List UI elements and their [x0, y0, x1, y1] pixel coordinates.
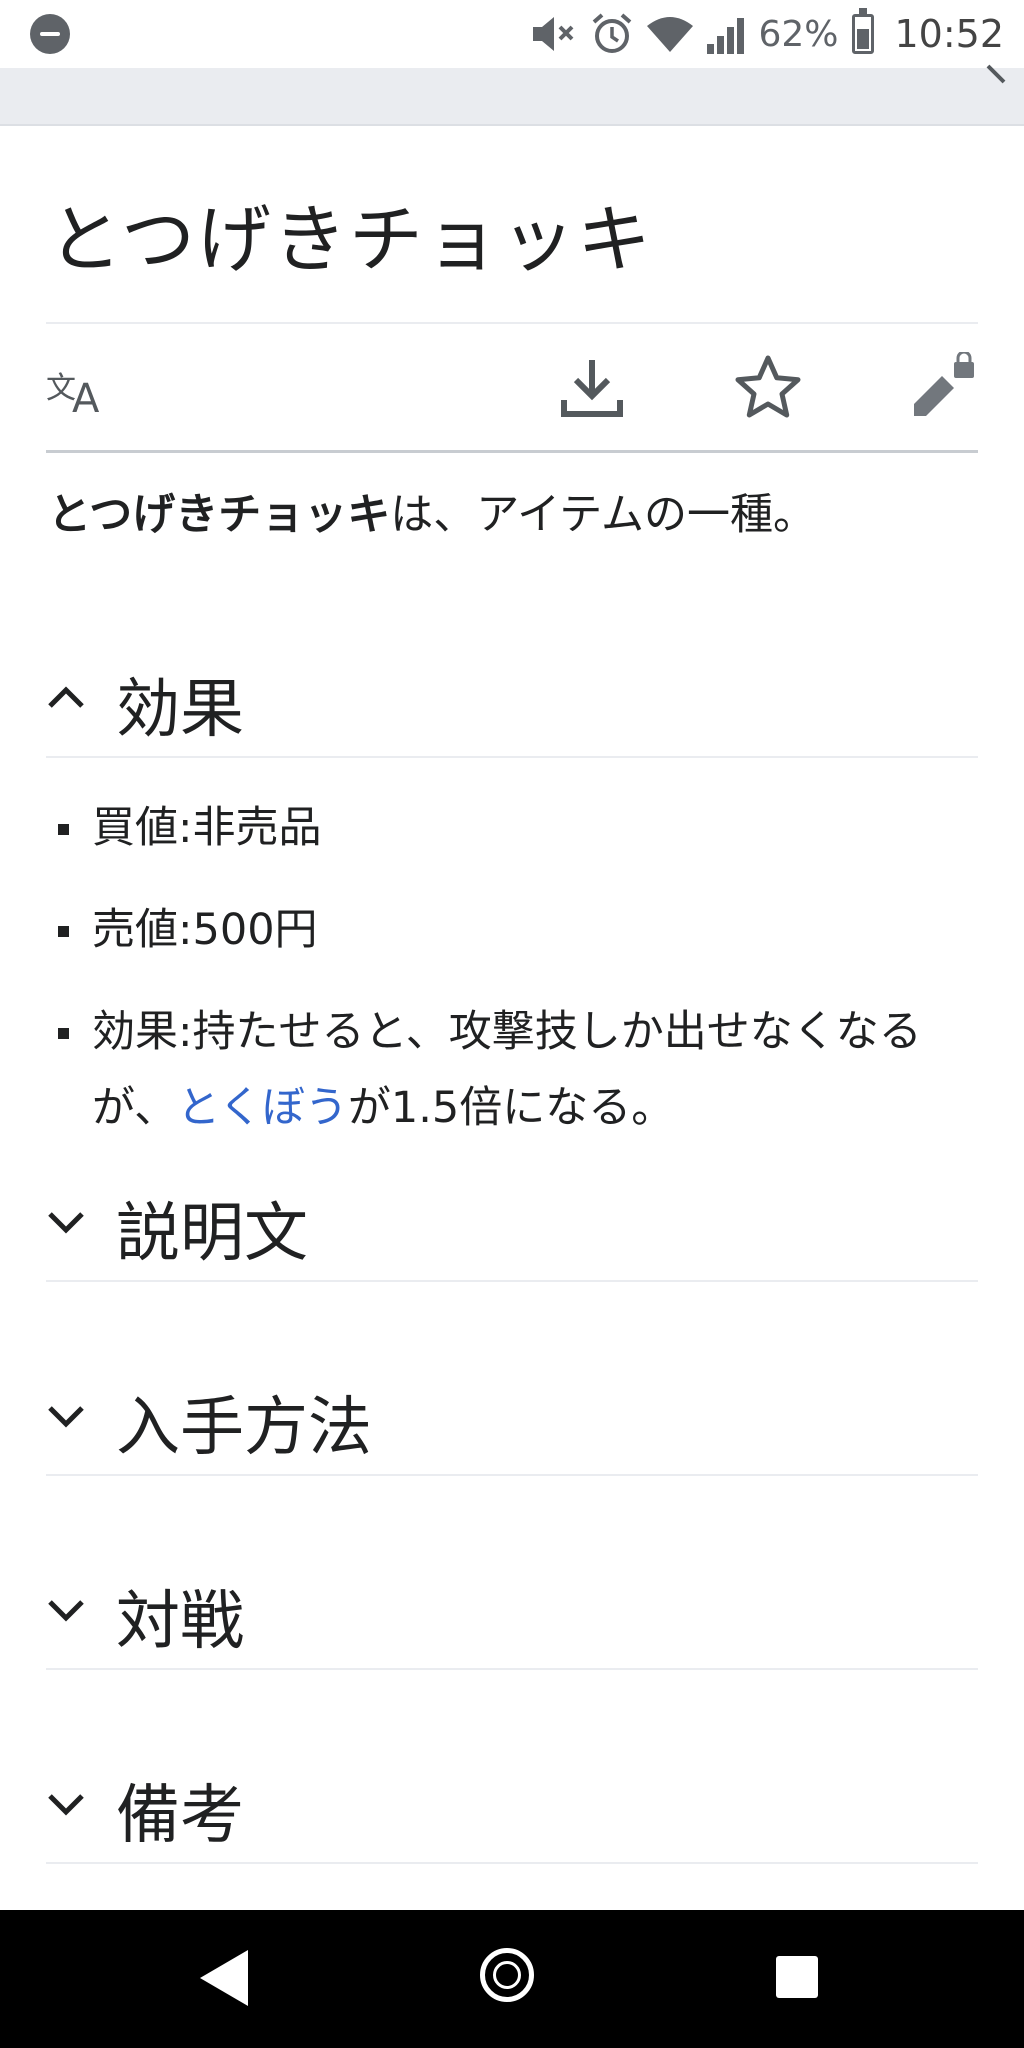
svg-text:A: A [72, 376, 100, 422]
wifi-icon [647, 17, 694, 52]
section-title: 説明文 [116, 1197, 308, 1271]
chevron-down-icon [48, 1600, 84, 1622]
status-icons: 62% 10:52 [531, 8, 1004, 60]
list-item-text: 買値:非売品 [92, 803, 322, 853]
language-icon[interactable]: 文 A [46, 352, 118, 424]
section-title: 入手方法 [116, 1391, 372, 1465]
list-item-text: が1.5倍になる。 [347, 1083, 675, 1133]
section-header-description[interactable]: 説明文 [46, 1160, 978, 1282]
home-icon[interactable] [480, 1948, 534, 2002]
list-item: 売値:500円 [48, 892, 968, 968]
clock: 10:52 [894, 12, 1004, 56]
signal-icon [707, 14, 745, 54]
list-item: 効果:持たせると、攻撃技しか出せなくなるが、とくぼうが1.5倍になる。 [48, 994, 968, 1146]
section-effect: 効果 [46, 636, 978, 758]
battery-percent: 62% [758, 13, 839, 55]
header-bar [0, 64, 1024, 126]
section-header-battle[interactable]: 対戦 [46, 1548, 978, 1670]
intro-bold-term: とつげきチョッキ [48, 490, 391, 540]
chevron-up-icon [48, 686, 84, 708]
star-icon[interactable] [732, 352, 804, 424]
navigation-bar [0, 1910, 1024, 2048]
intro-text: は、アイテムの一種。 [390, 490, 816, 540]
do-not-disturb-icon [30, 14, 70, 54]
section-header-notes[interactable]: 備考 [46, 1742, 978, 1864]
download-icon[interactable] [556, 352, 628, 424]
intro-paragraph: とつげきチョッキは、アイテムの一種。 [48, 480, 816, 542]
chevron-down-icon [48, 1406, 84, 1428]
page-title: とつげきチョッキ [48, 197, 654, 283]
battery-icon [852, 8, 875, 54]
recents-icon[interactable] [776, 1956, 818, 1998]
back-icon[interactable] [200, 1950, 248, 2006]
mute-icon [533, 17, 574, 51]
effect-list: 買値:非売品 売値:500円 効果:持たせると、攻撃技しか出せなくなるが、とくぼ… [48, 790, 968, 1172]
section-description: 説明文 [46, 1160, 978, 1282]
chevron-down-icon [48, 1212, 84, 1234]
search-icon[interactable] [974, 64, 1014, 104]
alarm-icon [593, 13, 632, 53]
status-bar: 62% 10:52 [0, 0, 1024, 68]
section-header-effect[interactable]: 効果 [46, 636, 978, 758]
edit-lock-icon[interactable] [906, 352, 978, 424]
page-actions-toolbar: 文 A [46, 322, 978, 453]
section-title: 備考 [116, 1779, 244, 1853]
link-tokubou[interactable]: とくぼう [177, 1083, 348, 1133]
list-item-text: 売値:500円 [92, 905, 318, 955]
section-battle: 対戦 [46, 1548, 978, 1670]
section-header-how-to-obtain[interactable]: 入手方法 [46, 1354, 978, 1476]
section-title: 効果 [116, 673, 244, 747]
section-notes: 備考 [46, 1742, 978, 1864]
section-how-to-obtain: 入手方法 [46, 1354, 978, 1476]
list-item: 買値:非売品 [48, 790, 968, 866]
section-title: 対戦 [116, 1585, 244, 1659]
chevron-down-icon [48, 1794, 84, 1816]
